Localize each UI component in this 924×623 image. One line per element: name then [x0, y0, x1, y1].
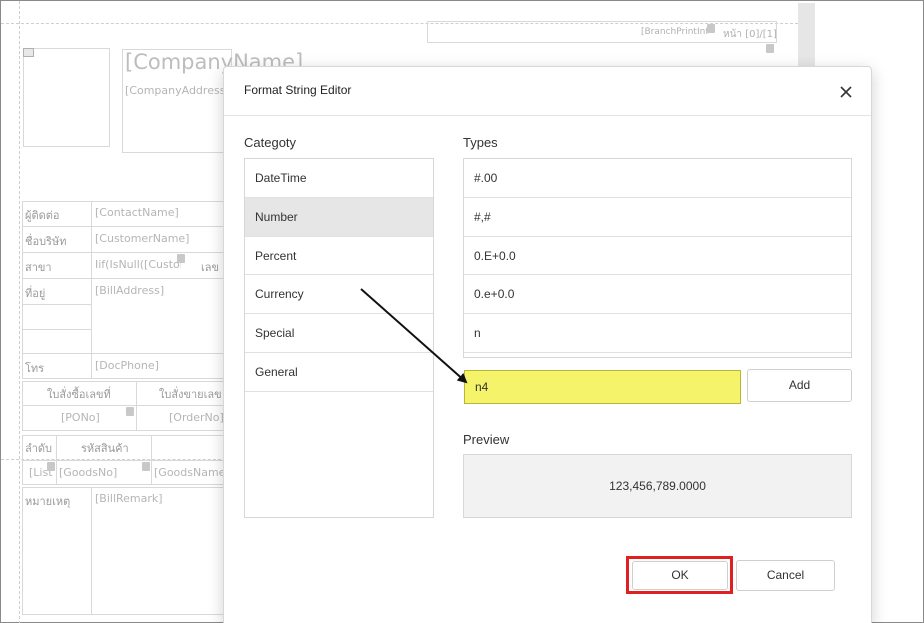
field-handle-icon — [126, 407, 134, 416]
title-divider — [224, 115, 871, 116]
type-item[interactable]: 0.E+0.0 — [464, 237, 851, 276]
order-number-header: ใบสั่งขายเลข — [159, 388, 222, 401]
page-number-field[interactable]: หน้า [0]/[1] — [723, 27, 777, 42]
margin-guide-left — [19, 1, 20, 623]
column-divider — [136, 381, 137, 431]
type-item[interactable] — [464, 353, 851, 357]
category-item-datetime[interactable]: DateTime — [245, 159, 433, 198]
row-divider — [22, 252, 227, 253]
field-handle-icon — [177, 254, 185, 263]
bill-remark-field[interactable]: [BillRemark] — [95, 492, 163, 505]
category-item-number[interactable]: Number — [245, 197, 433, 237]
preview-label: Preview — [463, 432, 510, 447]
dialog-title: Format String Editor — [244, 83, 352, 97]
format-string-input[interactable] — [464, 370, 741, 404]
category-section-label: Categoty — [244, 135, 297, 150]
field-handle-icon — [707, 24, 715, 33]
cancel-button[interactable]: Cancel — [736, 560, 835, 591]
image-placeholder-icon — [23, 48, 34, 57]
category-item-general[interactable]: General — [245, 353, 433, 392]
order-number-field[interactable]: [OrderNo] — [169, 411, 224, 424]
goods-code-header: รหัสสินค้า — [81, 442, 129, 455]
company-address-field[interactable]: [CompanyAddress] — [125, 84, 225, 97]
type-item[interactable]: #,# — [464, 198, 851, 237]
field-handle-icon — [47, 462, 55, 471]
address-label: ที่อยู่ — [25, 287, 46, 300]
type-item[interactable]: n — [464, 314, 851, 353]
row-divider — [22, 226, 227, 227]
row-divider — [22, 304, 91, 305]
goods-no-field[interactable]: [GoodsNo] — [59, 466, 117, 479]
type-item[interactable]: #.00 — [464, 159, 851, 198]
row-divider — [22, 353, 227, 354]
types-list[interactable]: #.00 #,# 0.E+0.0 0.e+0.0 n — [463, 158, 852, 358]
po-number-header: ใบสั่งซื้อเลขที่ — [47, 388, 111, 401]
contact-name-field[interactable]: [ContactName] — [95, 206, 179, 219]
item-number-header: ลำดับ — [25, 442, 53, 455]
field-handle-icon — [766, 44, 774, 53]
branch-number-label: เลข — [201, 261, 220, 274]
customer-label: ชื่อบริษัท — [25, 235, 67, 248]
row-divider — [22, 405, 227, 406]
doc-phone-field[interactable]: [DocPhone] — [95, 359, 159, 372]
branch-label: สาขา — [25, 261, 52, 274]
types-section-label: Types — [463, 135, 498, 150]
ok-button[interactable]: OK — [632, 561, 728, 590]
phone-label: โทร — [25, 362, 45, 375]
category-item-percent[interactable]: Percent — [245, 237, 433, 276]
po-number-field[interactable]: [PONo] — [61, 411, 100, 424]
column-divider — [91, 487, 92, 615]
format-string-editor-dialog: Format String Editor Categoty Types Date… — [223, 66, 872, 623]
category-item-currency[interactable]: Currency — [245, 275, 433, 315]
close-icon[interactable] — [836, 82, 856, 102]
contact-label: ผู้ติดต่อ — [25, 209, 60, 222]
branch-expression-field[interactable]: Iif(IsNull([Custom — [95, 258, 181, 271]
row-divider — [22, 278, 227, 279]
customer-name-field[interactable]: [CustomerName] — [95, 232, 189, 245]
type-item[interactable]: 0.e+0.0 — [464, 275, 851, 315]
row-divider — [22, 460, 227, 461]
category-item-special[interactable]: Special — [245, 314, 433, 353]
remark-label: หมายเหตุ — [25, 495, 71, 508]
goods-name-field[interactable]: [GoodsName] — [154, 466, 224, 479]
category-list: DateTime Number Percent Currency Special… — [244, 158, 434, 518]
add-button[interactable]: Add — [747, 369, 852, 402]
field-handle-icon — [142, 462, 150, 471]
logo-picture-box[interactable] — [23, 48, 110, 147]
branch-field[interactable]: [BranchPrintInf — [641, 27, 709, 37]
preview-value: 123,456,789.0000 — [463, 454, 852, 518]
bill-address-field[interactable]: [BillAddress] — [95, 284, 164, 297]
row-divider — [22, 329, 91, 330]
